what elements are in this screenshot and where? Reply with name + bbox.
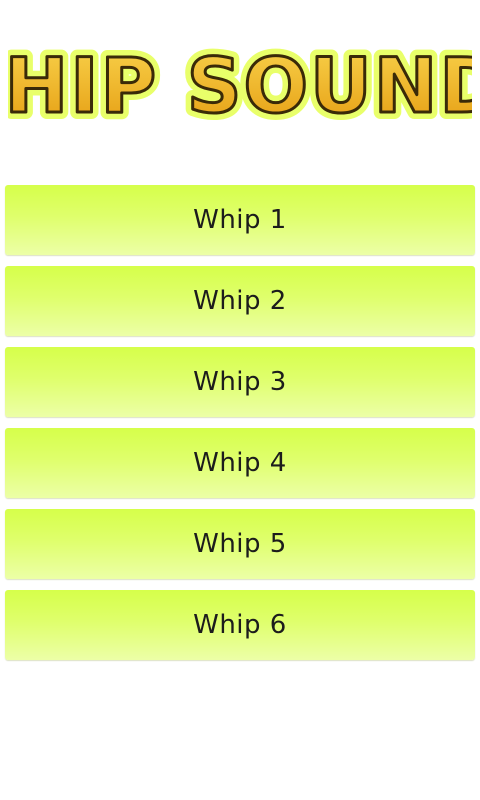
whip-3-button[interactable]: Whip 3 — [5, 347, 475, 417]
whip-1-label: Whip 1 — [193, 205, 287, 235]
whip-1-button[interactable]: Whip 1 — [5, 185, 475, 255]
whip-2-label: Whip 2 — [193, 286, 287, 316]
app-logo: WHIP SOUNDS WHIP SOUNDS — [8, 38, 472, 128]
app-screen: WHIP SOUNDS WHIP SOUNDS Whip 1 Whip 2 Wh… — [0, 0, 480, 800]
whip-4-label: Whip 4 — [193, 448, 287, 478]
logo-title: WHIP SOUNDS — [8, 41, 472, 128]
whip-4-button[interactable]: Whip 4 — [5, 428, 475, 498]
sound-button-list: Whip 1 Whip 2 Whip 3 Whip 4 Whip 5 Whip … — [5, 185, 475, 671]
whip-3-label: Whip 3 — [193, 367, 287, 397]
whip-2-button[interactable]: Whip 2 — [5, 266, 475, 336]
logo-graphic: WHIP SOUNDS WHIP SOUNDS — [8, 38, 472, 128]
whip-6-button[interactable]: Whip 6 — [5, 590, 475, 660]
whip-5-label: Whip 5 — [193, 529, 287, 559]
whip-6-label: Whip 6 — [193, 610, 287, 640]
whip-5-button[interactable]: Whip 5 — [5, 509, 475, 579]
